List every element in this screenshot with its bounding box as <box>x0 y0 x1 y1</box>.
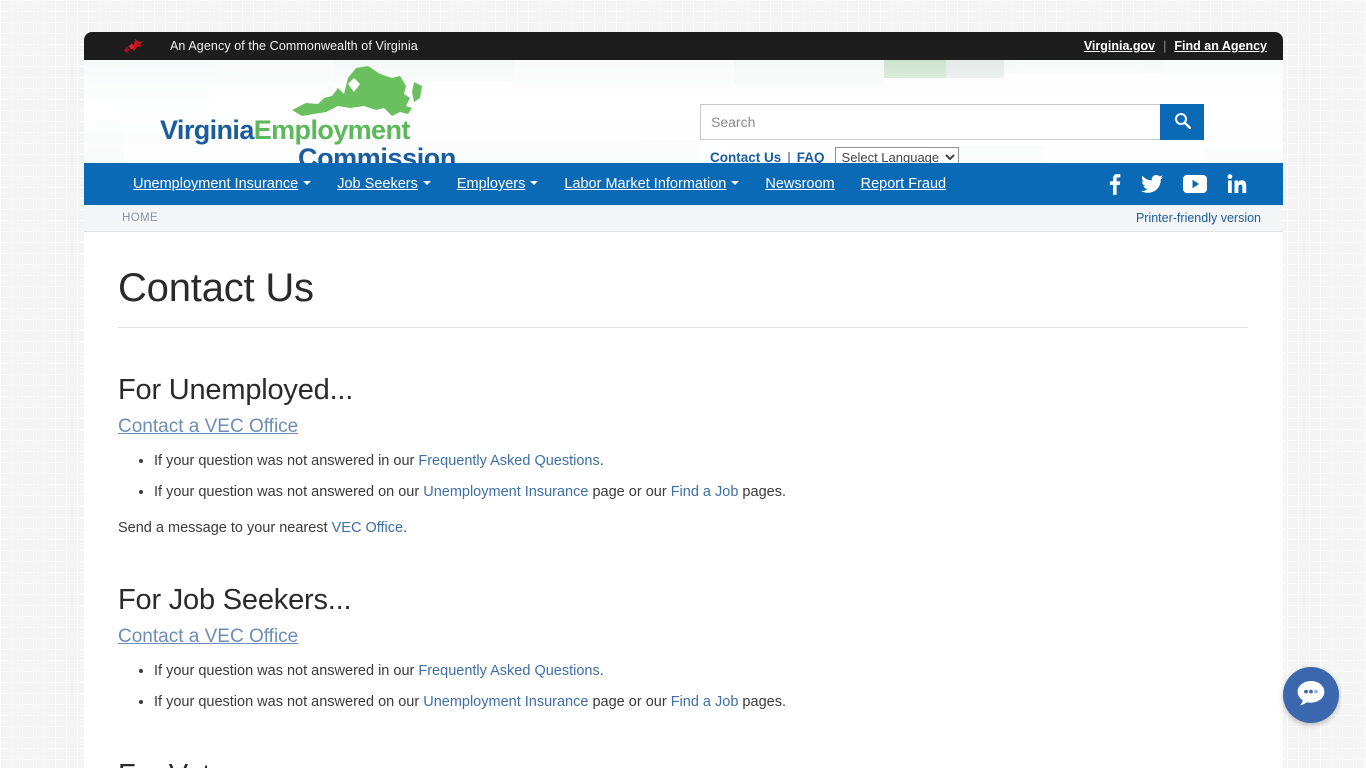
search-row <box>700 104 1204 140</box>
nav-item-labor-market-information[interactable]: Labor Market Information <box>551 163 752 205</box>
nav-label: Employers <box>456 176 526 192</box>
linkedin-icon[interactable] <box>1227 174 1247 194</box>
nav-label: Labor Market Information <box>564 176 727 192</box>
bullet-text: If your question was not answered on our <box>154 483 424 500</box>
unemployment-insurance-inline-link[interactable]: Unemployment Insurance <box>423 484 588 500</box>
chat-widget-button[interactable] <box>1283 667 1339 723</box>
faq-inline-link[interactable]: Frequently Asked Questions <box>418 453 599 469</box>
faq-inline-link[interactable]: Frequently Asked Questions <box>418 663 599 679</box>
vec-logo-wordmark: VirginiaEmployment Commission <box>158 115 458 164</box>
vec-office-inline-link[interactable]: VEC Office <box>332 520 403 536</box>
paragraph-text-end: . <box>403 520 408 537</box>
youtube-icon[interactable] <box>1183 175 1207 193</box>
page-title: Contact Us <box>118 266 1248 328</box>
vec-logo[interactable]: VirginiaEmployment Commission <box>158 62 458 164</box>
find-a-job-inline-link[interactable]: Find a Job <box>671 484 739 500</box>
unemployment-insurance-inline-link[interactable]: Unemployment Insurance <box>423 694 588 710</box>
paragraph-send-message: Send a message to your nearest VEC Offic… <box>118 518 1248 538</box>
printer-friendly-link[interactable]: Printer-friendly version <box>1136 211 1261 225</box>
nav-label: Report Fraud <box>860 176 947 192</box>
agency-link-separator: | <box>1163 39 1167 53</box>
search-input[interactable] <box>700 104 1160 140</box>
search-panel: Contact Us | FAQ Select Language <box>700 104 1204 163</box>
main-navigation: Unemployment Insurance Job Seekers Emplo… <box>84 163 1283 205</box>
agency-bar-links: Virginia.gov | Find an Agency <box>1084 39 1267 53</box>
breadcrumb-bar: HOME Printer-friendly version <box>84 205 1283 232</box>
chevron-down-icon <box>731 181 740 186</box>
find-an-agency-link[interactable]: Find an Agency <box>1174 39 1267 53</box>
bullet-text-end: . <box>599 453 604 469</box>
bullet-text: If your question was not answered in our <box>154 663 419 680</box>
utility-separator: | <box>787 150 791 163</box>
utility-links-row: Contact Us | FAQ Select Language <box>700 140 1204 163</box>
nav-item-employers[interactable]: Employers <box>444 163 552 205</box>
bullet-text-mid: page or our <box>588 483 671 500</box>
chevron-down-icon <box>530 181 539 186</box>
list-item: If your question was not answered on our… <box>154 693 1248 713</box>
facebook-icon[interactable] <box>1109 173 1121 195</box>
bullet-text: If your question was not answered on our <box>154 693 424 710</box>
logo-word-employment: Employment <box>253 115 411 145</box>
nav-item-report-fraud[interactable]: Report Fraud <box>848 163 959 205</box>
contact-us-link[interactable]: Contact Us <box>710 150 781 163</box>
bullet-list-unemployed: If your question was not answered in our… <box>118 452 1248 502</box>
contact-vec-office-link-job-seekers[interactable]: Contact a VEC Office <box>118 626 1248 648</box>
nav-label: Unemployment Insurance <box>133 176 299 192</box>
section-heading-unemployed: For Unemployed... <box>118 374 354 406</box>
agency-bar-text: An Agency of the Commonwealth of Virgini… <box>170 39 418 53</box>
masthead: VirginiaEmployment Commission Search Con… <box>84 60 1283 163</box>
twitter-icon[interactable] <box>1141 175 1163 193</box>
list-item: If your question was not answered on our… <box>154 483 1248 503</box>
section-heading-veterans: For Veterans... <box>118 759 1248 768</box>
commonwealth-agency-bar: An Agency of the Commonwealth of Virgini… <box>84 32 1283 60</box>
find-a-job-inline-link[interactable]: Find a Job <box>671 694 739 710</box>
nav-item-unemployment-insurance[interactable]: Unemployment Insurance <box>120 163 324 205</box>
nav-item-newsroom[interactable]: Newsroom <box>752 163 847 205</box>
nav-label: Job Seekers <box>337 176 418 192</box>
logo-word-virginia: Virginia <box>160 115 254 145</box>
search-button[interactable] <box>1160 104 1204 140</box>
site-container: An Agency of the Commonwealth of Virgini… <box>84 32 1283 768</box>
social-links <box>1109 173 1263 195</box>
chevron-down-icon <box>303 181 312 186</box>
search-icon <box>1174 112 1191 132</box>
list-item: If your question was not answered in our… <box>154 452 1248 472</box>
logo-word-commission: Commission <box>297 143 456 164</box>
bullet-text-end: . <box>599 663 604 680</box>
bullet-list-job-seekers: If your question was not answered in our… <box>118 662 1248 712</box>
bullet-text-mid: page or our <box>588 693 671 710</box>
faq-link[interactable]: FAQ <box>797 150 825 163</box>
bullet-text: If your question was not answered in our <box>154 453 419 469</box>
chevron-down-icon <box>422 181 431 186</box>
contact-vec-office-link-unemployed[interactable]: Contact a VEC Office <box>118 416 1248 438</box>
page-root: An Agency of the Commonwealth of Virgini… <box>0 0 1366 768</box>
main-content: Contact Us For Unemployed... Contact a V… <box>84 232 1283 768</box>
nav-label: Newsroom <box>765 176 835 192</box>
virginia-gov-link[interactable]: Virginia.gov <box>1084 39 1155 53</box>
nav-item-job-seekers[interactable]: Job Seekers <box>324 163 444 205</box>
breadcrumb-home[interactable]: HOME <box>122 212 158 224</box>
section-heading-job-seekers: For Job Seekers... <box>118 584 352 617</box>
list-item: If your question was not answered in our… <box>154 662 1248 682</box>
bullet-text-end: pages. <box>738 483 786 500</box>
cardinal-icon <box>122 38 144 55</box>
bullet-text-end: pages. <box>738 693 786 710</box>
language-select[interactable]: Select Language <box>834 147 959 163</box>
paragraph-text: Send a message to your nearest <box>118 520 332 537</box>
chat-bubble-icon <box>1295 678 1327 713</box>
